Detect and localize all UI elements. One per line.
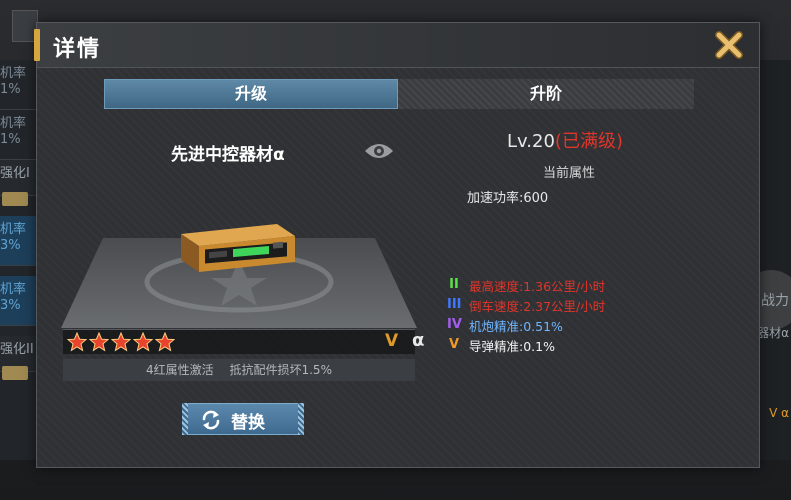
eye-icon[interactable]	[363, 141, 395, 161]
tab-advance[interactable]: 升阶	[398, 79, 694, 109]
set-bonus-effect: 抵抗配件损坏1.5%	[229, 363, 332, 377]
background-text: 战力	[761, 293, 789, 309]
star-icon	[67, 332, 87, 352]
swap-arrows-icon	[202, 410, 220, 430]
background-tab: 机率 3%	[0, 216, 38, 266]
grade-tier: V	[385, 331, 399, 351]
max-level-badge: (已满级)	[554, 131, 623, 152]
detail-dialog: 详情 升级 升阶 先进中控器材α V α 4红属性激活 抵抗配件损坏1.5% 替…	[34, 22, 760, 468]
set-bonus-bar: 4红属性激活 抵抗配件损坏1.5%	[63, 359, 415, 381]
background-search-button	[2, 366, 28, 380]
background-right-panel	[759, 60, 791, 460]
main-attribute: 加速功率:600	[467, 191, 549, 206]
close-button[interactable]	[713, 29, 745, 61]
replace-button[interactable]: 替换	[182, 403, 304, 435]
background-tab: 强化I	[0, 160, 38, 196]
background-left-panel: 机率 1% 机率 1% 强化I 机率 3% 机率 3% 强化II	[0, 60, 40, 460]
background-tab: 机率 1%	[0, 60, 38, 110]
star-icon	[111, 332, 131, 352]
equipment-item-icon	[181, 224, 295, 272]
tier-iii-icon: III	[447, 297, 462, 312]
star-icon	[89, 332, 109, 352]
sub-attribute-text: 倒车速度:2.37公里/小时	[469, 299, 606, 314]
background-text: 器材α	[757, 326, 789, 340]
star-icon	[155, 332, 175, 352]
tab-upgrade[interactable]: 升级	[104, 79, 398, 109]
background-tab: 机率 3%	[0, 276, 38, 326]
title-accent	[34, 29, 40, 61]
item-name: 先进中控器材α	[171, 145, 285, 165]
sub-attribute-text: 最高速度:1.36公里/小时	[469, 279, 606, 294]
tab-bar: 升级 升阶	[104, 79, 694, 109]
dialog-title-bar: 详情	[34, 23, 759, 68]
grade-symbol: α	[412, 330, 425, 351]
dialog-title: 详情	[53, 37, 102, 62]
tier-ii-icon: II	[449, 277, 459, 292]
background-search-button	[2, 192, 28, 206]
close-x-icon	[715, 31, 743, 59]
tier-iv-icon: IV	[447, 317, 462, 332]
background-tab: 机率 1%	[0, 110, 38, 160]
level-value: Lv.20	[507, 131, 555, 152]
background-text: V α	[769, 406, 789, 420]
level-line: Lv.20(已满级)	[507, 127, 623, 153]
sub-attribute-text: 机炮精准:0.51%	[469, 319, 563, 334]
replace-label: 替换	[231, 413, 265, 433]
current-attributes-title: 当前属性	[543, 166, 596, 181]
star-rating-bar: V α	[63, 329, 424, 354]
star-icon	[133, 332, 153, 352]
set-bonus-label: 4红属性激活	[146, 363, 214, 377]
sub-attribute-text: 导弹精准:0.1%	[469, 339, 555, 354]
tier-v-icon: V	[448, 337, 460, 352]
